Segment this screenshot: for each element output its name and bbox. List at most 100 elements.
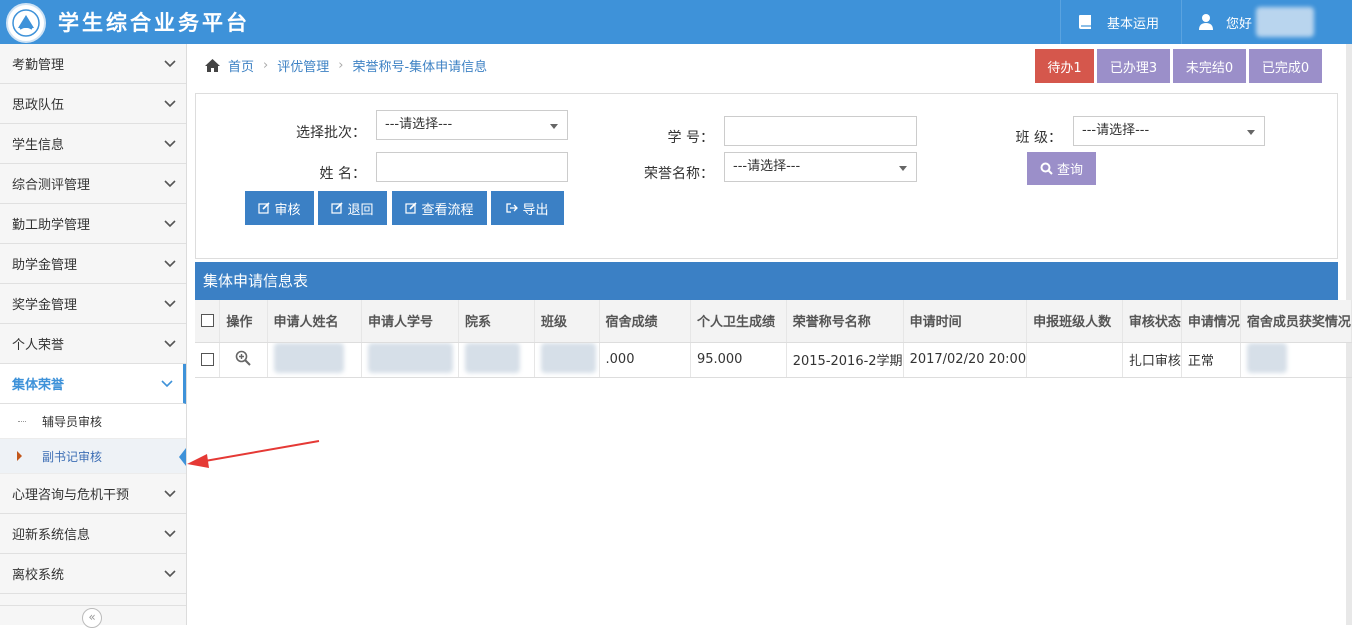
sidebar-item-collective-honor[interactable]: 集体荣誉 bbox=[0, 364, 186, 404]
redacted-name bbox=[273, 342, 344, 373]
sidebar-item-personal-honor[interactable]: 个人荣誉 bbox=[0, 324, 186, 364]
chevron-down-icon bbox=[164, 299, 176, 307]
class-select[interactable]: ---请选择--- bbox=[1073, 116, 1265, 146]
caret-right-icon bbox=[17, 451, 22, 461]
chevron-down-icon bbox=[164, 139, 176, 147]
column-header: 操作 bbox=[219, 300, 268, 343]
sidebar-item-graduation[interactable]: 离校系统 bbox=[0, 554, 186, 594]
apply-time-cell: 2017/02/20 20:00 bbox=[903, 342, 1028, 378]
basic-use-button[interactable]: 基本运用 bbox=[1059, 0, 1181, 44]
collapse-sidebar-button[interactable]: « bbox=[82, 608, 102, 628]
breadcrumb-level1[interactable]: 评优管理 bbox=[277, 56, 329, 75]
sidebar-item-work-study[interactable]: 勤工助学管理 bbox=[0, 204, 186, 244]
view-flow-button[interactable]: 查看流程 bbox=[392, 191, 487, 225]
export-button[interactable]: 导出 bbox=[491, 191, 564, 225]
column-header[interactable]: 申请时间 bbox=[903, 300, 1028, 343]
redacted-class bbox=[541, 342, 597, 373]
handled-button[interactable]: 已办理3 bbox=[1097, 49, 1170, 83]
table-header-row: 操作 申请人姓名 申请人学号 院系 班级 宿舍成绩 个人卫生成绩 荣誉称号名称 … bbox=[195, 300, 1352, 343]
sidebar-item-scholarship[interactable]: 奖学金管理 bbox=[0, 284, 186, 324]
name-input[interactable] bbox=[376, 152, 568, 182]
review-button[interactable]: 审核 bbox=[245, 191, 314, 225]
column-header[interactable]: 申请情况 bbox=[1181, 300, 1241, 343]
sidebar-subitem-counselor-review[interactable]: 辅导员审核 bbox=[0, 404, 186, 439]
sidebar-item-ideology[interactable]: 思政队伍 bbox=[0, 84, 186, 124]
chevron-down-icon bbox=[164, 219, 176, 227]
chevron-down-icon bbox=[164, 489, 176, 497]
sidebar-item-attendance[interactable]: 考勤管理 bbox=[0, 44, 186, 84]
sidebar: 考勤管理 思政队伍 学生信息 综合测评管理 勤工助学管理 助学金管理 奖学金管理… bbox=[0, 44, 187, 628]
chevron-down-icon bbox=[164, 339, 176, 347]
sidebar-item-student-info[interactable]: 学生信息 bbox=[0, 124, 186, 164]
chevron-down-icon bbox=[161, 379, 173, 387]
student-id-cell bbox=[361, 342, 459, 378]
todo-button[interactable]: 待办1 bbox=[1035, 49, 1094, 83]
table-title: 集体申请信息表 bbox=[195, 262, 1338, 300]
chevron-down-icon bbox=[164, 99, 176, 107]
user-menu[interactable]: 您好 bbox=[1180, 0, 1336, 44]
class-cell bbox=[534, 342, 600, 378]
breadcrumb-separator-icon: › bbox=[338, 58, 344, 73]
chevron-down-icon bbox=[164, 569, 176, 577]
row-checkbox[interactable] bbox=[201, 353, 214, 366]
table-row[interactable]: .000 95.000 2015-2016-2学期 2017/02/20 20:… bbox=[195, 342, 1352, 378]
column-header[interactable]: 班级 bbox=[534, 300, 600, 343]
zoom-in-icon[interactable] bbox=[235, 350, 252, 366]
class-count-cell bbox=[1026, 342, 1123, 378]
column-header[interactable]: 申请人学号 bbox=[361, 300, 459, 343]
chevron-down-icon bbox=[164, 59, 176, 67]
student-id-label: 学 号： bbox=[667, 130, 714, 146]
applicant-name-cell bbox=[267, 342, 362, 378]
chevron-down-icon bbox=[164, 179, 176, 187]
greeting-label: 您好 bbox=[1225, 16, 1252, 32]
sidebar-collapse-bar: « bbox=[0, 605, 186, 628]
breadcrumb: 首页 › 评优管理 › 荣誉称号-集体申请信息 bbox=[204, 56, 487, 75]
column-header[interactable]: 申请人姓名 bbox=[267, 300, 362, 343]
honor-select[interactable]: ---请选择--- bbox=[724, 152, 917, 182]
review-status-cell: 扎口审核 bbox=[1122, 342, 1182, 378]
column-header[interactable]: 个人卫生成绩 bbox=[690, 300, 787, 343]
select-all-cell bbox=[195, 300, 221, 343]
apply-status-cell: 正常 bbox=[1181, 342, 1241, 378]
return-button[interactable]: 退回 bbox=[318, 191, 387, 225]
dorm-score-cell: .000 bbox=[599, 342, 691, 378]
column-header[interactable]: 审核状态 bbox=[1122, 300, 1182, 343]
dorm-award-cell bbox=[1240, 342, 1352, 378]
name-label: 姓 名： bbox=[319, 166, 366, 182]
top-header: 学生综合业务平台 基本运用 您好 bbox=[0, 0, 1352, 44]
edit-icon bbox=[331, 202, 344, 214]
user-icon bbox=[1198, 14, 1213, 30]
app-title: 学生综合业务平台 bbox=[58, 10, 250, 35]
column-header[interactable]: 院系 bbox=[458, 300, 536, 343]
column-header[interactable]: 宿舍成绩 bbox=[599, 300, 691, 343]
honor-label: 荣誉名称： bbox=[644, 166, 714, 182]
column-header[interactable]: 宿舍成员获奖情况 bbox=[1240, 300, 1352, 343]
select-all-checkbox[interactable] bbox=[201, 314, 214, 328]
student-id-input[interactable] bbox=[724, 116, 917, 146]
unfinished-button[interactable]: 未完结0 bbox=[1173, 49, 1246, 83]
sidebar-item-counseling[interactable]: 心理咨询与危机干预 bbox=[0, 474, 186, 514]
breadcrumb-current: 荣誉称号-集体申请信息 bbox=[352, 60, 488, 75]
dropdown-caret-icon bbox=[899, 166, 907, 171]
breadcrumb-separator-icon: › bbox=[263, 58, 269, 73]
sidebar-subitem-deputy-secretary-review[interactable]: 副书记审核 bbox=[0, 439, 186, 474]
search-icon bbox=[1040, 162, 1053, 175]
breadcrumb-home[interactable]: 首页 bbox=[228, 56, 254, 75]
redacted-dorm-award bbox=[1246, 342, 1287, 373]
application-table: 操作 申请人姓名 申请人学号 院系 班级 宿舍成绩 个人卫生成绩 荣誉称号名称 … bbox=[195, 300, 1352, 378]
batch-label: 选择批次： bbox=[296, 125, 366, 141]
book-icon bbox=[1078, 15, 1091, 29]
school-logo bbox=[6, 3, 46, 43]
column-header[interactable]: 荣誉称号名称 bbox=[786, 300, 904, 343]
chevron-down-icon bbox=[164, 259, 176, 267]
sidebar-item-enrollment[interactable]: 迎新系统信息 bbox=[0, 514, 186, 554]
edit-icon bbox=[405, 202, 418, 214]
query-button[interactable]: 查询 bbox=[1027, 152, 1096, 185]
chevron-down-icon bbox=[164, 529, 176, 537]
batch-select[interactable]: ---请选择--- bbox=[376, 110, 568, 140]
dropdown-caret-icon bbox=[550, 124, 558, 129]
finished-button[interactable]: 已完成0 bbox=[1249, 49, 1322, 83]
sidebar-item-grant[interactable]: 助学金管理 bbox=[0, 244, 186, 284]
column-header[interactable]: 申报班级人数 bbox=[1026, 300, 1123, 343]
sidebar-item-evaluation[interactable]: 综合测评管理 bbox=[0, 164, 186, 204]
